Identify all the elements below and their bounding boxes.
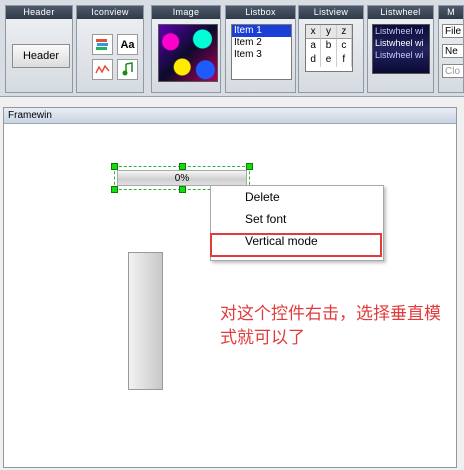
listbox-preview[interactable]: Item 1 Item 2 Item 3 [231, 24, 292, 80]
palette-tile-image[interactable]: Image [151, 5, 221, 93]
chart-icon [92, 59, 113, 80]
tile-title: Listbox [226, 6, 295, 19]
palette-tile-listbox[interactable]: Listbox Item 1 Item 2 Item 3 [225, 5, 296, 93]
table-cell: e [321, 53, 337, 67]
tile-title: Iconview [77, 6, 143, 19]
resize-handle[interactable] [246, 163, 253, 170]
annotation-text: 对这个控件右击，选择垂直模式就可以了 [220, 304, 441, 347]
listwheel-item[interactable]: Listwheel wi [373, 37, 429, 49]
listwheel-preview[interactable]: Listwheel wi Listwheel wi Listwheel wi [372, 24, 430, 74]
menu-item[interactable]: Clo [442, 64, 463, 78]
music-icon [117, 59, 138, 80]
tile-title: Image [152, 6, 220, 19]
listwheel-item[interactable]: Listwheel wi [373, 49, 429, 61]
table-cell: a [306, 39, 322, 53]
table-cell: b [321, 39, 337, 53]
resize-handle[interactable] [111, 186, 118, 193]
palette-tile-menu[interactable]: M File Ne Clo [438, 5, 464, 93]
progress-bar[interactable]: 0% [117, 170, 247, 186]
table-cell: d [306, 53, 322, 67]
header-widget-preview[interactable]: Header [12, 44, 70, 68]
list-item[interactable]: Item 2 [232, 37, 291, 49]
tile-title: Header [6, 6, 72, 19]
menu-item-set-font[interactable]: Set font [211, 208, 383, 230]
palette-tile-listwheel[interactable]: Listwheel Listwheel wi Listwheel wi List… [367, 5, 434, 93]
listview-preview[interactable]: x y z a b c d e f [305, 24, 353, 72]
listwheel-item[interactable]: Listwheel wi [373, 25, 429, 37]
list-item[interactable]: Item 1 [232, 25, 291, 37]
font-icon: Aa [117, 34, 138, 55]
palette-tile-header[interactable]: Header Header [5, 5, 73, 93]
menu-item-delete[interactable]: Delete [211, 186, 383, 208]
resize-handle[interactable] [111, 163, 118, 170]
tile-title: Listwheel [368, 6, 433, 19]
tile-title: Listview [299, 6, 363, 19]
menu-item[interactable]: Ne [442, 44, 463, 58]
highlight-box [210, 233, 382, 257]
resize-handle[interactable] [179, 186, 186, 193]
table-row[interactable]: d e f [306, 53, 352, 67]
table-cell: f [337, 53, 352, 67]
vertical-progress-bar[interactable] [128, 252, 163, 390]
table-row[interactable]: a b c [306, 39, 352, 53]
tile-title: M [439, 6, 463, 19]
menu-item[interactable]: File [442, 24, 463, 38]
widget-palette: Header Header Iconview Aa Image Listbox … [0, 0, 464, 97]
palette-tile-iconview[interactable]: Iconview Aa [76, 5, 144, 93]
table-cell: c [337, 39, 352, 53]
list-item[interactable]: Item 3 [232, 49, 291, 61]
framewin-title: Framewin [4, 108, 456, 124]
framewin[interactable]: Framewin 0% Delete Set font Vertical mod… [3, 107, 457, 468]
listview-header: x y z [306, 25, 352, 39]
image-thumbnail [158, 24, 218, 82]
palette-tile-listview[interactable]: Listview x y z a b c d e f [298, 5, 364, 93]
column-header[interactable]: x [306, 25, 322, 39]
column-header[interactable]: y [321, 25, 337, 39]
resize-handle[interactable] [179, 163, 186, 170]
stack-icon [92, 34, 113, 55]
column-header[interactable]: z [336, 25, 352, 39]
